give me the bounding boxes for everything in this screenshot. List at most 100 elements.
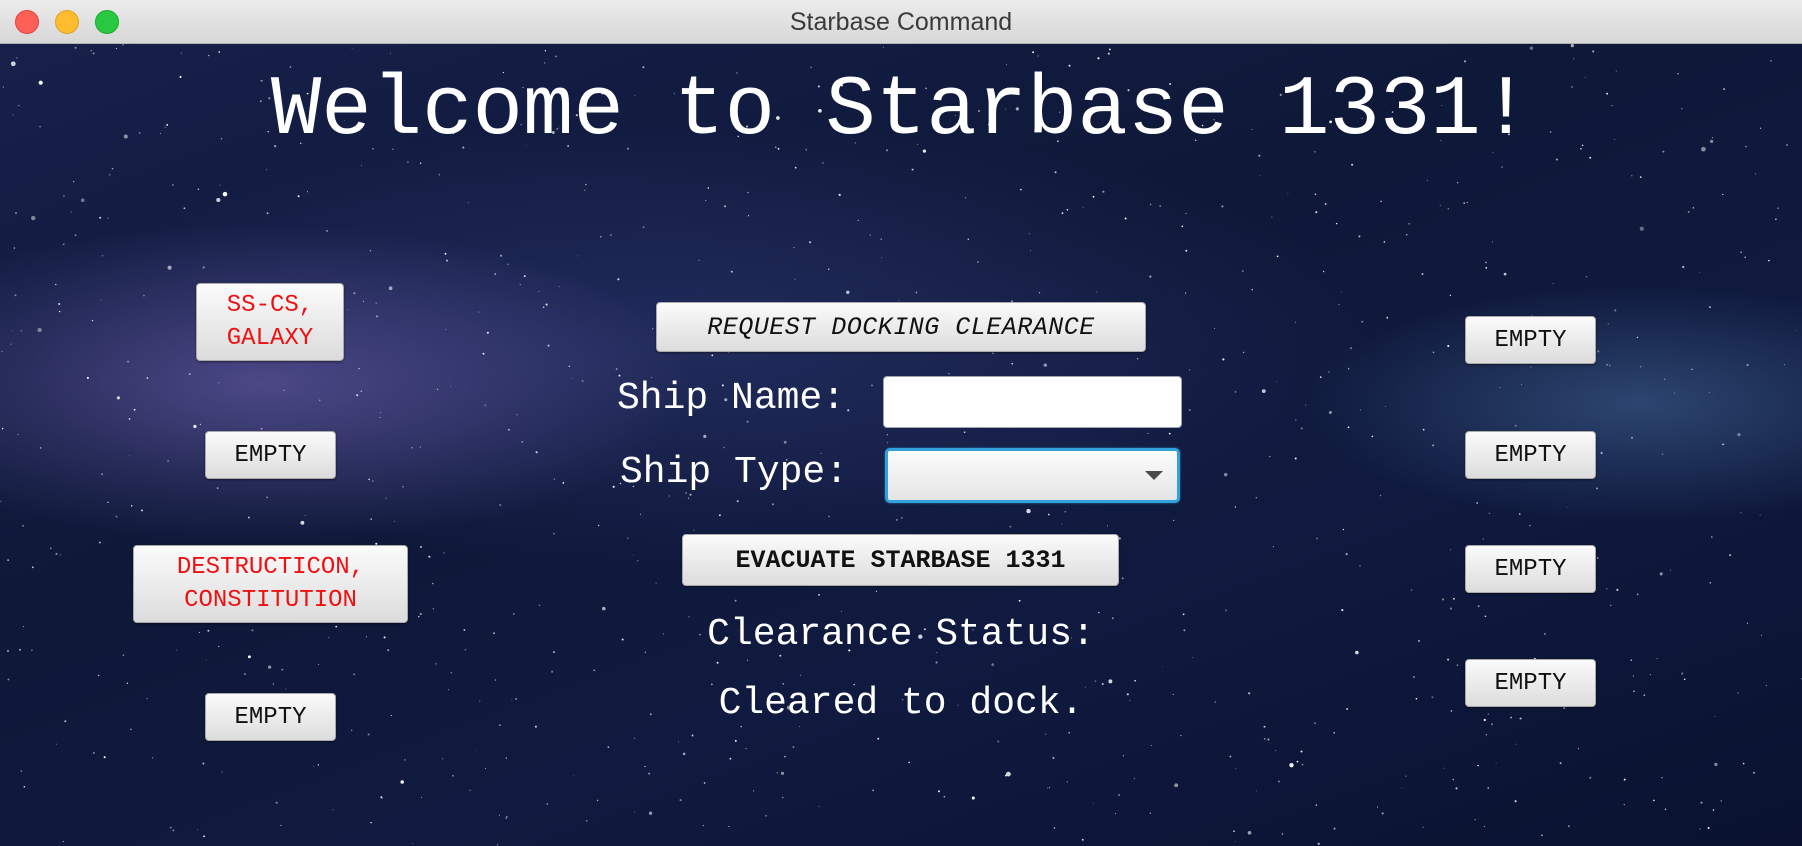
star xyxy=(1495,762,1497,764)
star xyxy=(370,821,372,824)
star xyxy=(1189,369,1191,371)
star xyxy=(115,515,118,518)
star xyxy=(507,263,509,266)
star xyxy=(1247,831,1252,835)
star xyxy=(1485,734,1487,736)
star xyxy=(107,501,109,504)
star xyxy=(1488,512,1490,514)
star xyxy=(222,191,228,197)
star xyxy=(523,275,526,278)
star xyxy=(39,447,42,449)
star xyxy=(13,247,16,249)
star xyxy=(747,191,749,194)
star xyxy=(846,290,850,295)
star xyxy=(967,238,969,240)
star xyxy=(1277,780,1280,783)
star xyxy=(648,811,653,815)
star xyxy=(1485,261,1487,264)
star xyxy=(542,306,545,309)
star xyxy=(16,57,18,59)
star xyxy=(612,485,615,488)
star xyxy=(1742,762,1745,765)
star xyxy=(632,554,634,556)
star xyxy=(10,343,12,345)
star xyxy=(50,547,52,549)
starbase-panel: Welcome to Starbase 1331! SS-CS, GALAXY … xyxy=(0,44,1802,846)
star xyxy=(127,360,130,363)
star xyxy=(97,674,100,677)
star xyxy=(1422,826,1424,828)
star xyxy=(55,552,58,555)
star xyxy=(593,669,596,672)
star xyxy=(31,566,34,569)
star xyxy=(792,746,795,749)
star xyxy=(1449,607,1452,610)
star xyxy=(521,441,524,443)
star xyxy=(748,215,750,217)
star xyxy=(1256,790,1258,792)
star xyxy=(1011,362,1013,365)
star xyxy=(351,47,353,49)
star xyxy=(496,844,499,846)
star xyxy=(313,766,315,768)
star xyxy=(1683,678,1686,681)
star xyxy=(1106,525,1109,527)
right-bay-1-button[interactable]: EMPTY xyxy=(1465,316,1596,364)
star xyxy=(1514,424,1517,427)
star xyxy=(103,756,106,759)
right-bay-3-button[interactable]: EMPTY xyxy=(1465,545,1596,593)
star xyxy=(280,824,282,826)
star xyxy=(1350,347,1352,350)
star xyxy=(1529,46,1534,50)
star xyxy=(1243,351,1245,354)
star xyxy=(450,671,453,674)
star xyxy=(275,801,278,804)
star xyxy=(1589,776,1592,779)
star xyxy=(450,386,452,388)
evacuate-starbase-button[interactable]: EVACUATE STARBASE 1331 xyxy=(682,534,1119,586)
star xyxy=(317,764,320,766)
star xyxy=(244,673,246,675)
left-bay-3-button[interactable]: DESTRUCTICON, CONSTITUTION xyxy=(133,545,408,623)
left-bay-2-button[interactable]: EMPTY xyxy=(205,431,336,479)
star xyxy=(679,799,682,802)
star xyxy=(1061,523,1063,525)
star xyxy=(380,796,383,799)
star xyxy=(847,409,850,412)
star xyxy=(266,212,269,215)
star xyxy=(1122,755,1125,757)
right-bay-2-button[interactable]: EMPTY xyxy=(1465,431,1596,479)
star xyxy=(1699,271,1701,273)
star xyxy=(197,829,198,831)
star xyxy=(1358,235,1361,238)
star xyxy=(1235,767,1237,769)
star xyxy=(394,520,396,523)
star xyxy=(1606,587,1608,590)
star xyxy=(1592,50,1595,53)
star xyxy=(576,255,578,257)
star xyxy=(111,167,114,170)
star xyxy=(109,174,111,176)
star xyxy=(353,292,356,295)
star xyxy=(1669,569,1671,571)
left-bay-1-button[interactable]: SS-CS, GALAXY xyxy=(196,283,344,361)
star xyxy=(1107,52,1110,55)
star xyxy=(642,226,645,229)
star xyxy=(1501,166,1503,168)
ship-type-dropdown[interactable] xyxy=(885,448,1180,503)
star xyxy=(1241,270,1244,273)
star xyxy=(568,365,571,368)
request-docking-clearance-button[interactable]: REQUEST DOCKING CLEARANCE xyxy=(656,302,1146,352)
star xyxy=(467,202,469,204)
star xyxy=(1333,827,1336,830)
star xyxy=(1097,57,1100,60)
ship-name-input[interactable] xyxy=(883,376,1182,428)
star xyxy=(353,673,356,676)
star xyxy=(1038,292,1041,294)
star xyxy=(438,173,441,176)
star xyxy=(1300,427,1303,430)
star xyxy=(37,327,42,333)
star xyxy=(911,168,914,171)
star xyxy=(428,555,431,558)
star xyxy=(193,424,197,429)
